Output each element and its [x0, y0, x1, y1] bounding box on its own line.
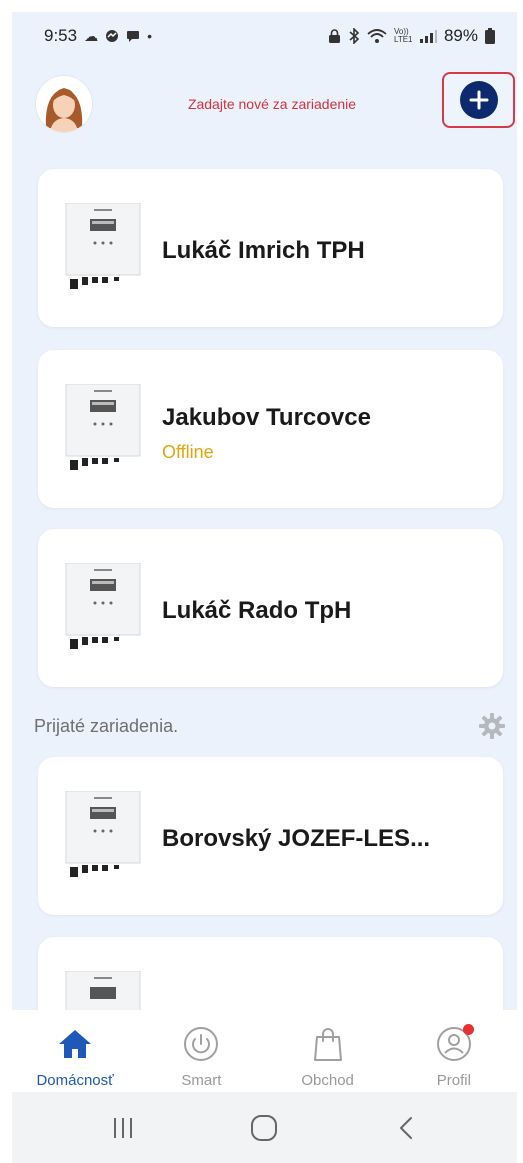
add-device-button[interactable] — [459, 81, 498, 119]
header-hint: Zadajte nové za zariadenie — [187, 96, 357, 112]
recents-button[interactable] — [103, 1108, 143, 1148]
home-system-button[interactable] — [244, 1108, 284, 1148]
device-card[interactable]: Lukáč Imrich TPH — [38, 169, 503, 327]
back-icon — [400, 1116, 413, 1139]
bluetooth-icon — [349, 28, 360, 44]
recents-icon — [113, 1117, 132, 1138]
device-name: Lukáč Rado TpH — [162, 597, 352, 624]
received-devices-label: Prijaté zariadenia. — [34, 716, 179, 736]
tab-domacnost[interactable]: Domácnosť — [12, 1010, 138, 1092]
app-screen: 9:53 ☁ • Vo)) LTE1 89% Zadajte nové za z… — [12, 12, 517, 1163]
add-device-highlight — [442, 72, 515, 128]
device-status: Offline — [162, 442, 214, 462]
device-name: Borovský JOZEF-LES... — [162, 825, 431, 852]
status-right: Vo)) LTE1 89% — [328, 26, 495, 46]
tab-obchod[interactable]: Obchod — [265, 1010, 391, 1092]
home-circle-icon — [251, 1114, 278, 1141]
inverter-icon — [65, 563, 141, 649]
chat-icon — [127, 31, 140, 42]
received-device-card[interactable]: Borovský JOZEF-LES... — [38, 757, 503, 915]
gear-icon[interactable] — [478, 712, 506, 740]
device-card[interactable]: Lukáč Rado TpH — [38, 529, 503, 687]
tab-label: Obchod — [301, 1072, 354, 1089]
profile-icon-wrap — [434, 1024, 474, 1064]
tab-label: Profil — [436, 1072, 471, 1089]
status-bar: 9:53 ☁ • Vo)) LTE1 89% — [12, 12, 517, 60]
messenger-icon — [106, 30, 119, 42]
wifi-icon — [367, 29, 387, 43]
battery-percent: 89% — [443, 26, 478, 45]
network-label: Vo)) LTE1 — [393, 27, 413, 44]
user-avatar-icon — [36, 76, 92, 132]
inverter-icon — [65, 384, 141, 470]
inverter-icon — [65, 203, 141, 289]
tab-smart[interactable]: Smart — [138, 1010, 264, 1092]
inverter-icon — [65, 791, 141, 877]
signal-icon — [419, 30, 437, 43]
status-left: 9:53 ☁ • — [44, 26, 152, 46]
system-nav-bar — [12, 1092, 517, 1163]
battery-icon — [485, 28, 495, 44]
bottom-nav: Domácnosť Smart Obchod Profil — [12, 1010, 517, 1092]
shopping-bag-icon — [313, 1028, 342, 1061]
power-icon — [184, 1027, 219, 1061]
avatar[interactable] — [36, 76, 92, 132]
home-icon — [59, 1030, 92, 1058]
device-name: Lukáč Imrich TPH — [162, 237, 365, 264]
tab-label: Smart — [181, 1072, 222, 1089]
lock-icon — [328, 28, 340, 43]
plus-icon — [469, 90, 488, 110]
tab-profil[interactable]: Profil — [391, 1010, 517, 1092]
status-time: 9:53 — [44, 26, 78, 45]
dot-icon: • — [147, 28, 152, 44]
notification-badge — [462, 1024, 474, 1035]
device-name: Jakubov Turcovce — [162, 404, 371, 431]
tab-label: Domácnosť — [36, 1072, 114, 1089]
back-button[interactable] — [386, 1108, 426, 1148]
header: Zadajte nové za zariadenie — [12, 68, 517, 148]
device-card[interactable]: Jakubov Turcovce Offline — [38, 350, 503, 508]
cloud-icon: ☁ — [84, 27, 99, 44]
